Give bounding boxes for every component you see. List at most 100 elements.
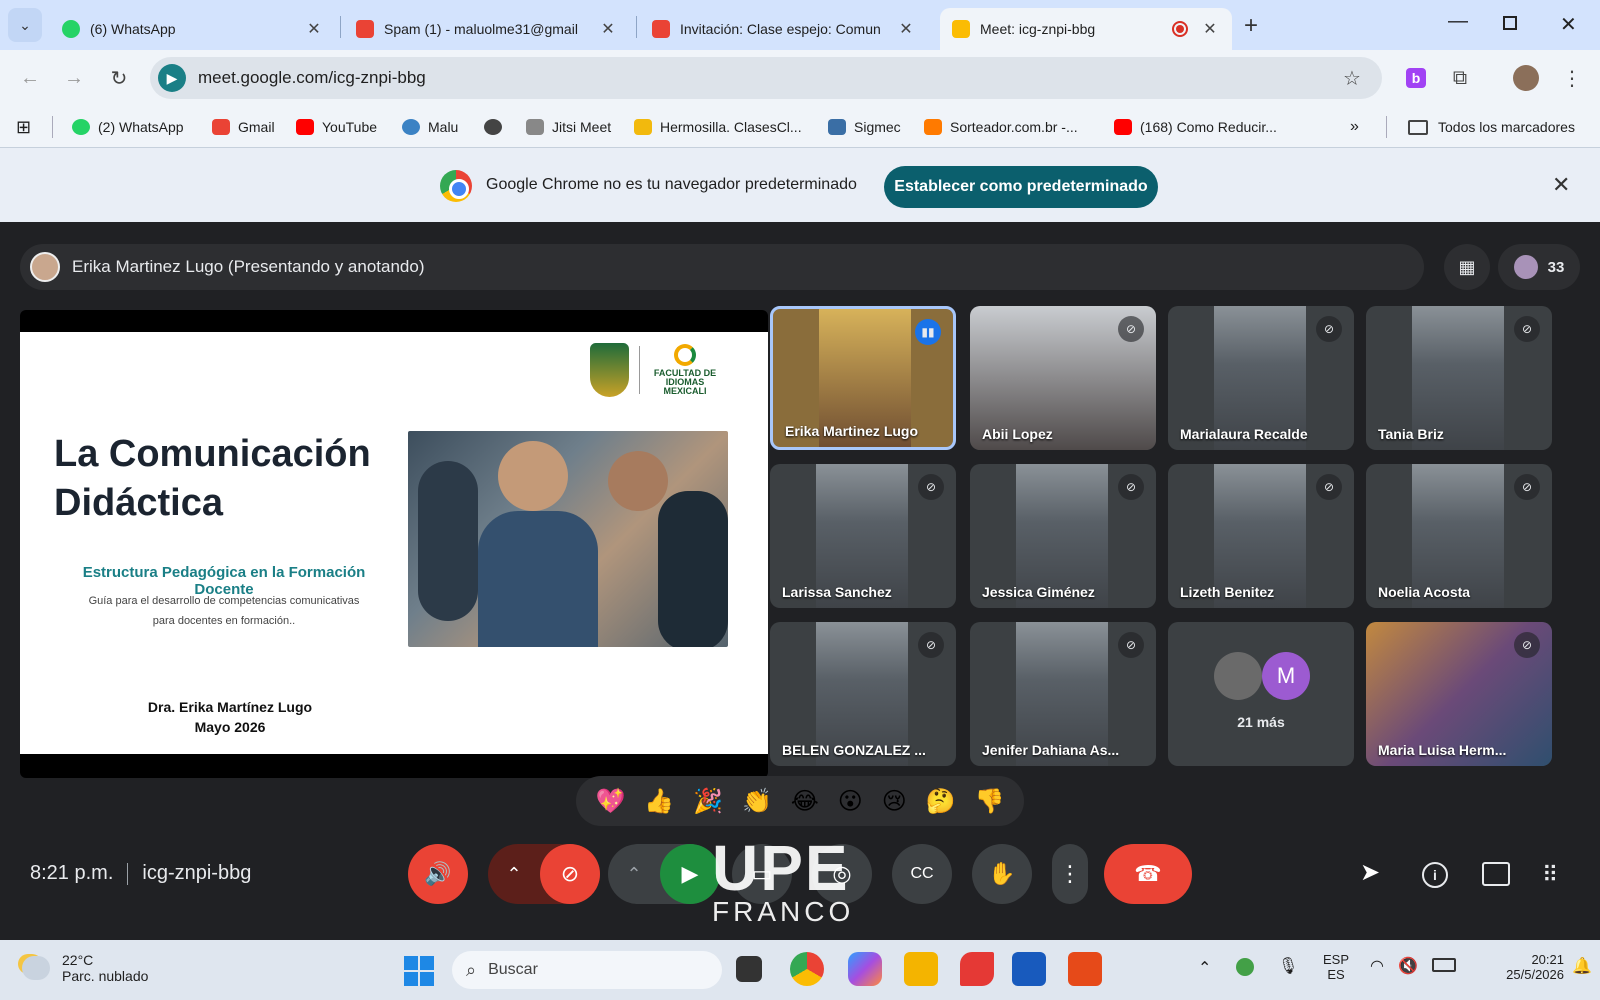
camera-button[interactable]: ▶ (660, 844, 720, 904)
participant-tile[interactable]: ⊘ Abii Lopez (970, 306, 1156, 450)
language-code: ESP (1322, 952, 1349, 967)
leave-call-button[interactable]: ☎ (1104, 844, 1192, 904)
reaction-party[interactable]: 🎉 (693, 787, 723, 816)
participant-name: Jenifer Dahiana As... (982, 742, 1120, 758)
battery-icon[interactable] (1432, 958, 1456, 972)
participant-name: Maria Luisa Herm... (1378, 742, 1507, 758)
volume-muted-icon[interactable]: 🔇 (1398, 956, 1418, 976)
forward-icon[interactable]: → (60, 64, 88, 92)
bookmark-como-reducir[interactable]: (168) Como Reducir... (1114, 116, 1277, 138)
reaction-heart[interactable]: 💖 (595, 787, 625, 816)
participant-tile[interactable]: ⊘ Larissa Sanchez (770, 464, 956, 608)
participant-tile[interactable]: ⊘ Lizeth Benitez (1168, 464, 1354, 608)
windows-start-icon[interactable] (404, 956, 434, 986)
participants-button[interactable]: 33 (1498, 244, 1580, 290)
participant-tile[interactable]: ▮▮ Erika Martinez Lugo (770, 306, 956, 450)
clock[interactable]: 20:21 25/5/2026 (1494, 952, 1564, 982)
task-view-icon[interactable] (736, 956, 762, 982)
tab-search-button[interactable]: ⌄ (8, 8, 42, 42)
bookmark-malu[interactable]: Malu (402, 116, 458, 138)
extensions-icon[interactable]: ⧉ (1446, 64, 1474, 92)
bookmark-jitsi[interactable]: Jitsi Meet (526, 116, 611, 138)
more-bookmarks-icon[interactable]: » (1350, 116, 1359, 138)
tab-gmail-spam[interactable]: Spam (1) - maluolme31@gmail ✕ (344, 8, 630, 50)
back-icon[interactable]: ← (16, 64, 44, 92)
participant-tile[interactable]: ⊘ Maria Luisa Herm... (1366, 622, 1552, 766)
bookmark-star-icon[interactable]: ☆ (1338, 64, 1366, 92)
word-icon[interactable] (1012, 952, 1046, 986)
participant-tile[interactable]: ⊘ BELEN GONZALEZ ... (770, 622, 956, 766)
more-options-button[interactable]: ⋮ (1052, 844, 1088, 904)
file-explorer-icon[interactable] (904, 952, 938, 986)
chat-icon[interactable] (1482, 862, 1510, 886)
tab-separator (636, 16, 637, 38)
profile-avatar[interactable] (1512, 64, 1540, 92)
mic-off-button[interactable]: ⊘ (540, 844, 600, 904)
bookmark-sorteador[interactable]: Sorteador.com.br -... (924, 116, 1078, 138)
new-tab-button[interactable]: + (1244, 12, 1258, 40)
speaker-button[interactable]: 🔊 (408, 844, 468, 904)
reaction-thumbs-down[interactable]: 👎 (975, 787, 1005, 816)
close-icon[interactable]: ✕ (896, 19, 916, 39)
tab-whatsapp[interactable]: (6) WhatsApp ✕ (50, 8, 336, 50)
participant-tile[interactable]: ⊘ Tania Briz (1366, 306, 1552, 450)
app-red-icon[interactable] (960, 952, 994, 986)
apps-icon[interactable]: ⊞ (16, 116, 31, 138)
reaction-surprised[interactable]: 😮 (838, 787, 863, 816)
wifi-icon[interactable]: ◠ (1370, 956, 1384, 976)
participant-tile[interactable]: ⊘ Jessica Giménez (970, 464, 1156, 608)
bookmark-sigmec[interactable]: Sigmec (828, 116, 901, 138)
captions-button[interactable]: CC (892, 844, 952, 904)
reaction-thumbs-up[interactable]: 👍 (644, 787, 674, 816)
participant-tile[interactable]: ⊘ Jenifer Dahiana As... (970, 622, 1156, 766)
window-close-button[interactable]: ✕ (1560, 12, 1577, 37)
all-bookmarks[interactable]: Todos los marcadores (1408, 116, 1575, 138)
reaction-sad[interactable]: 😢 (882, 787, 907, 816)
watermark: UPE FRANCO (712, 836, 854, 926)
office-icon[interactable] (1068, 952, 1102, 986)
bookmark-label: Sigmec (854, 119, 901, 135)
raise-hand-button[interactable]: ✋ (972, 844, 1032, 904)
bookmark-gmail[interactable]: Gmail (212, 116, 275, 138)
close-icon[interactable]: ✕ (1200, 19, 1220, 39)
slide-description-line: Guía para el desarrollo de competencias … (88, 595, 360, 607)
weather-widget[interactable]: 22°C Parc. nublado (22, 952, 148, 984)
jitsi-icon (526, 119, 544, 135)
activities-icon[interactable]: ⠿ (1542, 862, 1558, 888)
layout-off-button[interactable]: ▦ (1444, 244, 1490, 290)
bookmark-whatsapp[interactable]: (2) WhatsApp (72, 116, 184, 138)
camera-options-chevron-icon[interactable]: ⌃ (608, 864, 660, 885)
close-icon[interactable]: ✕ (598, 19, 618, 39)
menu-icon[interactable]: ⋮ (1558, 64, 1586, 92)
extension-b-icon[interactable]: b (1402, 64, 1430, 92)
notifications-icon[interactable]: 🔔 (1572, 956, 1592, 976)
participant-tile[interactable]: ⊘ Marialaura Recalde (1168, 306, 1354, 450)
mic-options-chevron-icon[interactable]: ⌃ (488, 864, 540, 885)
language-indicator[interactable]: ESP ES (1316, 952, 1356, 982)
more-participants-tile[interactable]: M 21 más (1168, 622, 1354, 766)
show-hidden-icons[interactable]: ⌃ (1198, 958, 1211, 978)
slide-title: La Comunicación Didáctica (54, 433, 371, 524)
close-icon[interactable]: ✕ (304, 19, 324, 39)
set-default-button[interactable]: Establecer como predeterminado (884, 166, 1158, 208)
reaction-clap[interactable]: 👏 (742, 787, 772, 816)
chrome-taskbar-icon[interactable] (790, 952, 824, 986)
copilot-icon[interactable] (848, 952, 882, 986)
reaction-laugh[interactable]: 😂 (791, 787, 819, 816)
tab-gmail-invitation[interactable]: Invitación: Clase espejo: Comun ✕ (640, 8, 928, 50)
bookmark-globe[interactable] (484, 116, 510, 138)
reaction-thinking[interactable]: 🤔 (926, 787, 956, 816)
address-bar[interactable]: ▶ meet.google.com/icg-znpi-bbg (150, 57, 1382, 99)
bookmark-youtube[interactable]: YouTube (296, 116, 377, 138)
info-icon[interactable]: i (1422, 862, 1448, 888)
reload-icon[interactable]: ↻ (105, 64, 133, 92)
minimize-button[interactable]: — (1448, 10, 1468, 33)
participant-tile[interactable]: ⊘ Noelia Acosta (1366, 464, 1552, 608)
microphone-icon[interactable]: 🎙 (1278, 956, 1298, 976)
bookmark-hermosilla[interactable]: Hermosilla. ClasesCl... (634, 116, 802, 138)
app-tray-icon[interactable] (1236, 958, 1254, 976)
taskbar-search[interactable]: ⌕ Buscar (452, 951, 722, 989)
close-icon[interactable]: ✕ (1552, 172, 1570, 198)
tab-meet[interactable]: Meet: icg-znpi-bbg ✕ (940, 8, 1232, 50)
restore-button[interactable] (1503, 16, 1517, 30)
